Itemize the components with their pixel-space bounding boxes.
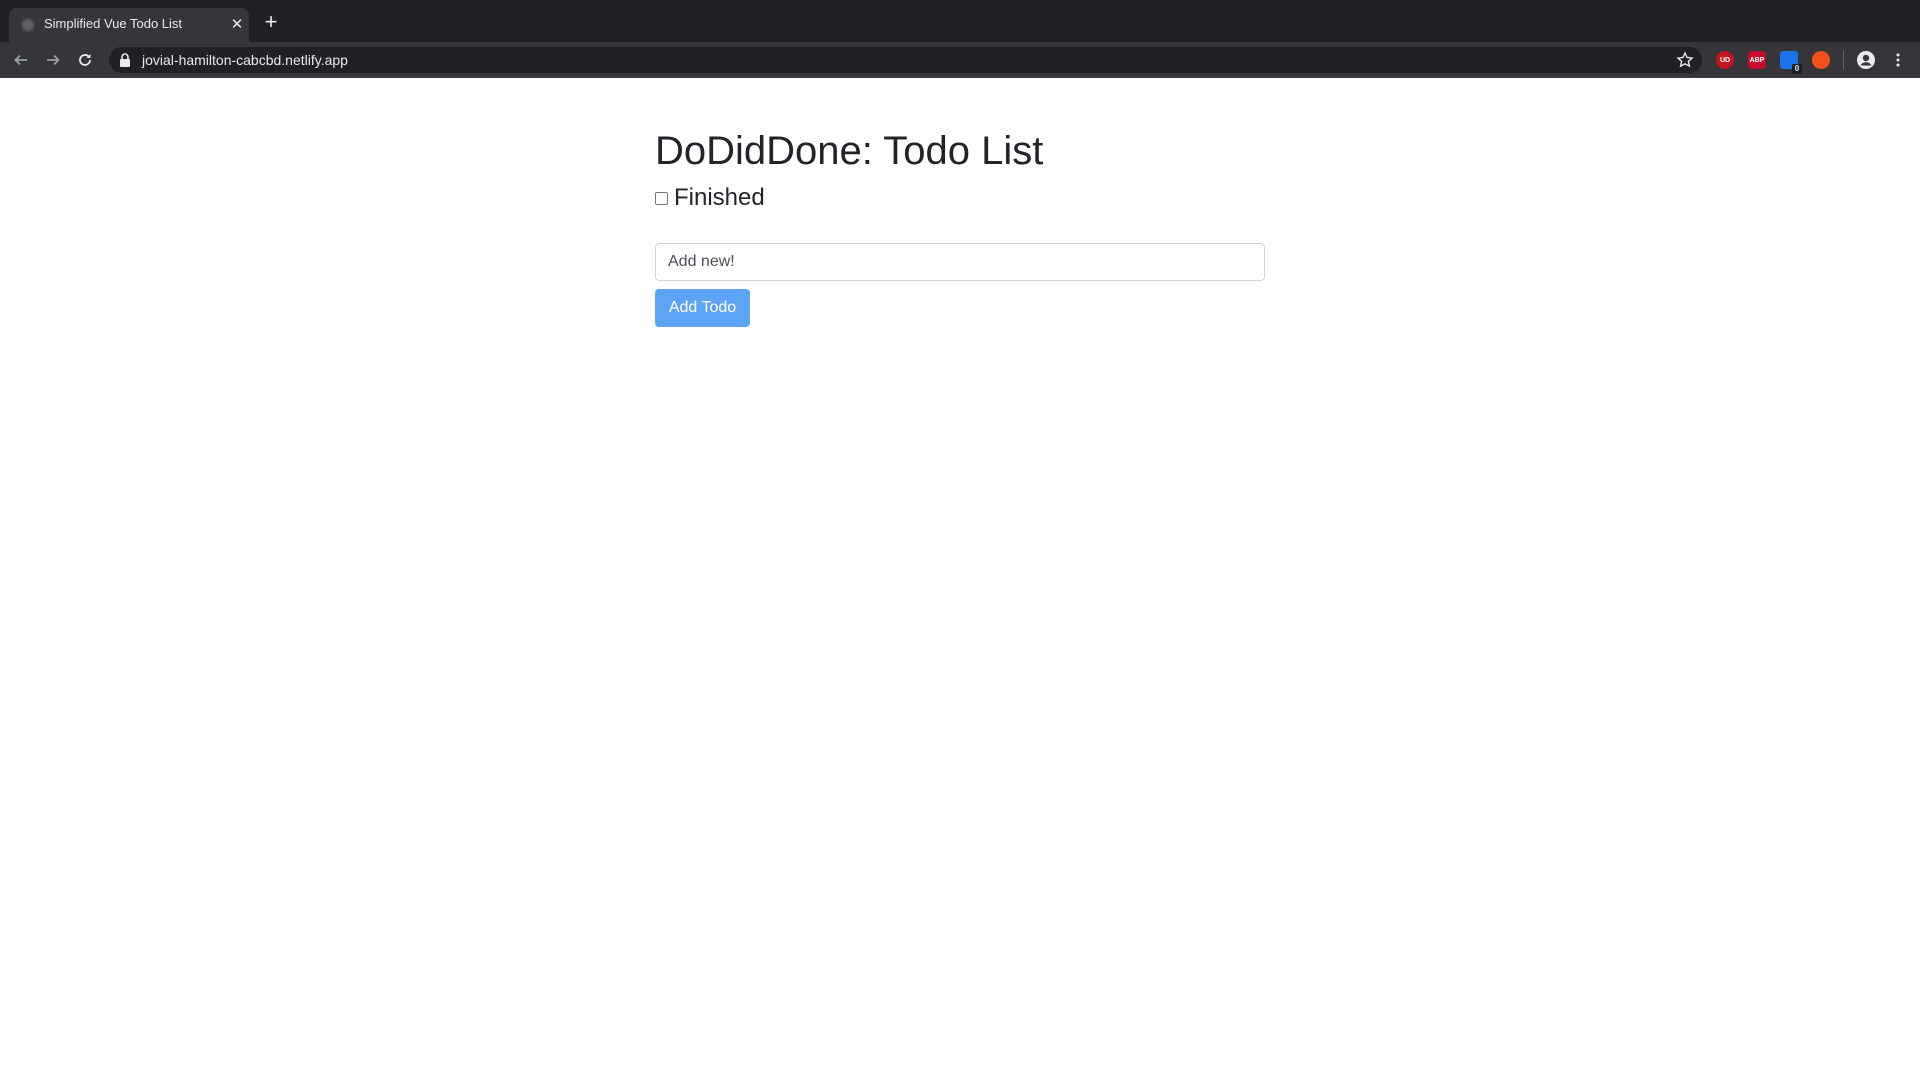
browser-menu-button[interactable] [1887, 49, 1909, 71]
reload-button[interactable] [74, 49, 96, 71]
adblock-plus-icon[interactable]: ABP [1748, 51, 1766, 69]
close-tab-icon[interactable]: ✕ [229, 17, 245, 33]
add-todo-button[interactable]: Add Todo [655, 289, 750, 327]
page-viewport: DoDidDone: Todo List Finished Add Todo [0, 79, 1920, 1080]
browser-tab-active[interactable]: Simplified Vue Todo List ✕ [9, 8, 249, 42]
toolbar-divider [1843, 51, 1844, 69]
ublock-origin-icon[interactable]: UD [1716, 51, 1734, 69]
new-tab-button[interactable]: + [261, 11, 281, 33]
url-text: jovial-hamilton-cabcbd.netlify.app [142, 52, 348, 68]
browser-toolbar: jovial-hamilton-cabcbd.netlify.app UD AB… [0, 42, 1920, 78]
finished-filter: Finished [655, 184, 765, 212]
finished-label[interactable]: Finished [674, 184, 765, 212]
arrow-right-icon [47, 54, 60, 66]
finished-checkbox[interactable] [655, 191, 668, 205]
new-todo-input[interactable] [655, 243, 1265, 281]
page-title: DoDidDone: Todo List [655, 129, 1044, 173]
reload-icon [79, 54, 91, 66]
lock-icon [120, 53, 130, 67]
extension-badge-count: 0 [1792, 64, 1802, 74]
back-button[interactable] [10, 49, 32, 71]
account-circle-icon [1857, 51, 1875, 69]
bookmark-star-icon[interactable] [1676, 51, 1694, 69]
tab-title: Simplified Vue Todo List [44, 16, 183, 31]
forward-button[interactable] [42, 49, 64, 71]
address-bar[interactable]: jovial-hamilton-cabcbd.netlify.app [109, 47, 1702, 73]
more-vertical-icon [1896, 53, 1900, 67]
extension-orange-icon[interactable] [1812, 51, 1830, 69]
extension-blue-icon[interactable]: 0 [1780, 51, 1802, 74]
arrow-left-icon [14, 54, 27, 66]
browser-tab-strip: Simplified Vue Todo List ✕ + [0, 0, 1920, 42]
globe-icon [21, 18, 35, 32]
profile-button[interactable] [1855, 49, 1877, 71]
